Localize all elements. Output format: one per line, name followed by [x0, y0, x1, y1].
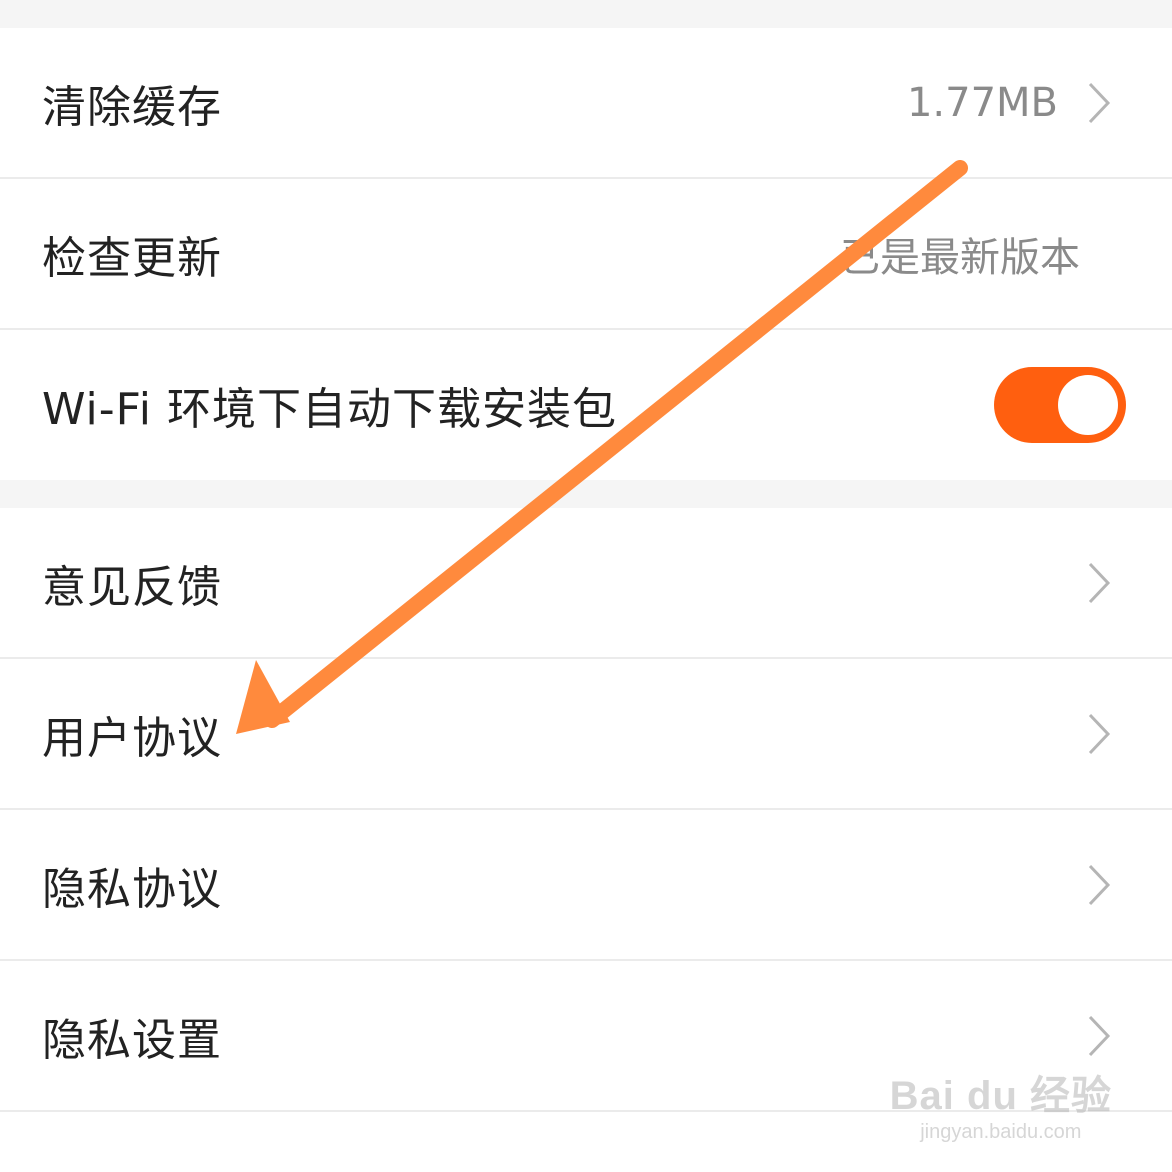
chevron-right-icon [1078, 712, 1118, 756]
watermark-brand: Bai du 经验 [889, 1074, 1112, 1118]
chevron-right-icon [1078, 1014, 1118, 1058]
section-spacer [0, 480, 1172, 508]
check-update-row[interactable]: 检查更新 已是最新版本 [0, 179, 1172, 330]
clear-cache-row[interactable]: 清除缓存 1.77MB [0, 28, 1172, 179]
privacy-agreement-label: 隐私协议 [42, 863, 222, 915]
chevron-right-icon [1078, 561, 1118, 605]
watermark-url: jingyan.baidu.com [920, 1121, 1082, 1143]
watermark: Bai du 经验 jingyan.baidu.com [890, 1063, 1112, 1144]
feedback-label: 意见反馈 [42, 561, 222, 613]
wifi-auto-download-toggle[interactable] [994, 367, 1126, 443]
settings-group-1: 清除缓存 1.77MB 检查更新 已是最新版本 Wi-Fi 环境下自动下载安装包 [0, 28, 1172, 480]
cache-size-value: 1.77MB [906, 79, 1058, 126]
check-update-label: 检查更新 [42, 232, 222, 284]
user-agreement-label: 用户协议 [42, 712, 222, 764]
toggle-knob [1058, 375, 1118, 435]
clear-cache-label: 清除缓存 [42, 81, 222, 133]
user-agreement-row[interactable]: 用户协议 [0, 659, 1172, 810]
feedback-row[interactable]: 意见反馈 [0, 508, 1172, 659]
chevron-right-icon [1078, 863, 1118, 907]
wifi-auto-download-row: Wi-Fi 环境下自动下载安装包 [0, 330, 1172, 480]
privacy-settings-label: 隐私设置 [42, 1014, 222, 1066]
update-status-value: 已是最新版本 [840, 234, 1080, 281]
chevron-right-icon [1078, 81, 1118, 125]
wifi-auto-download-label: Wi-Fi 环境下自动下载安装包 [42, 384, 617, 435]
privacy-agreement-row[interactable]: 隐私协议 [0, 810, 1172, 961]
top-spacer [0, 0, 1172, 28]
